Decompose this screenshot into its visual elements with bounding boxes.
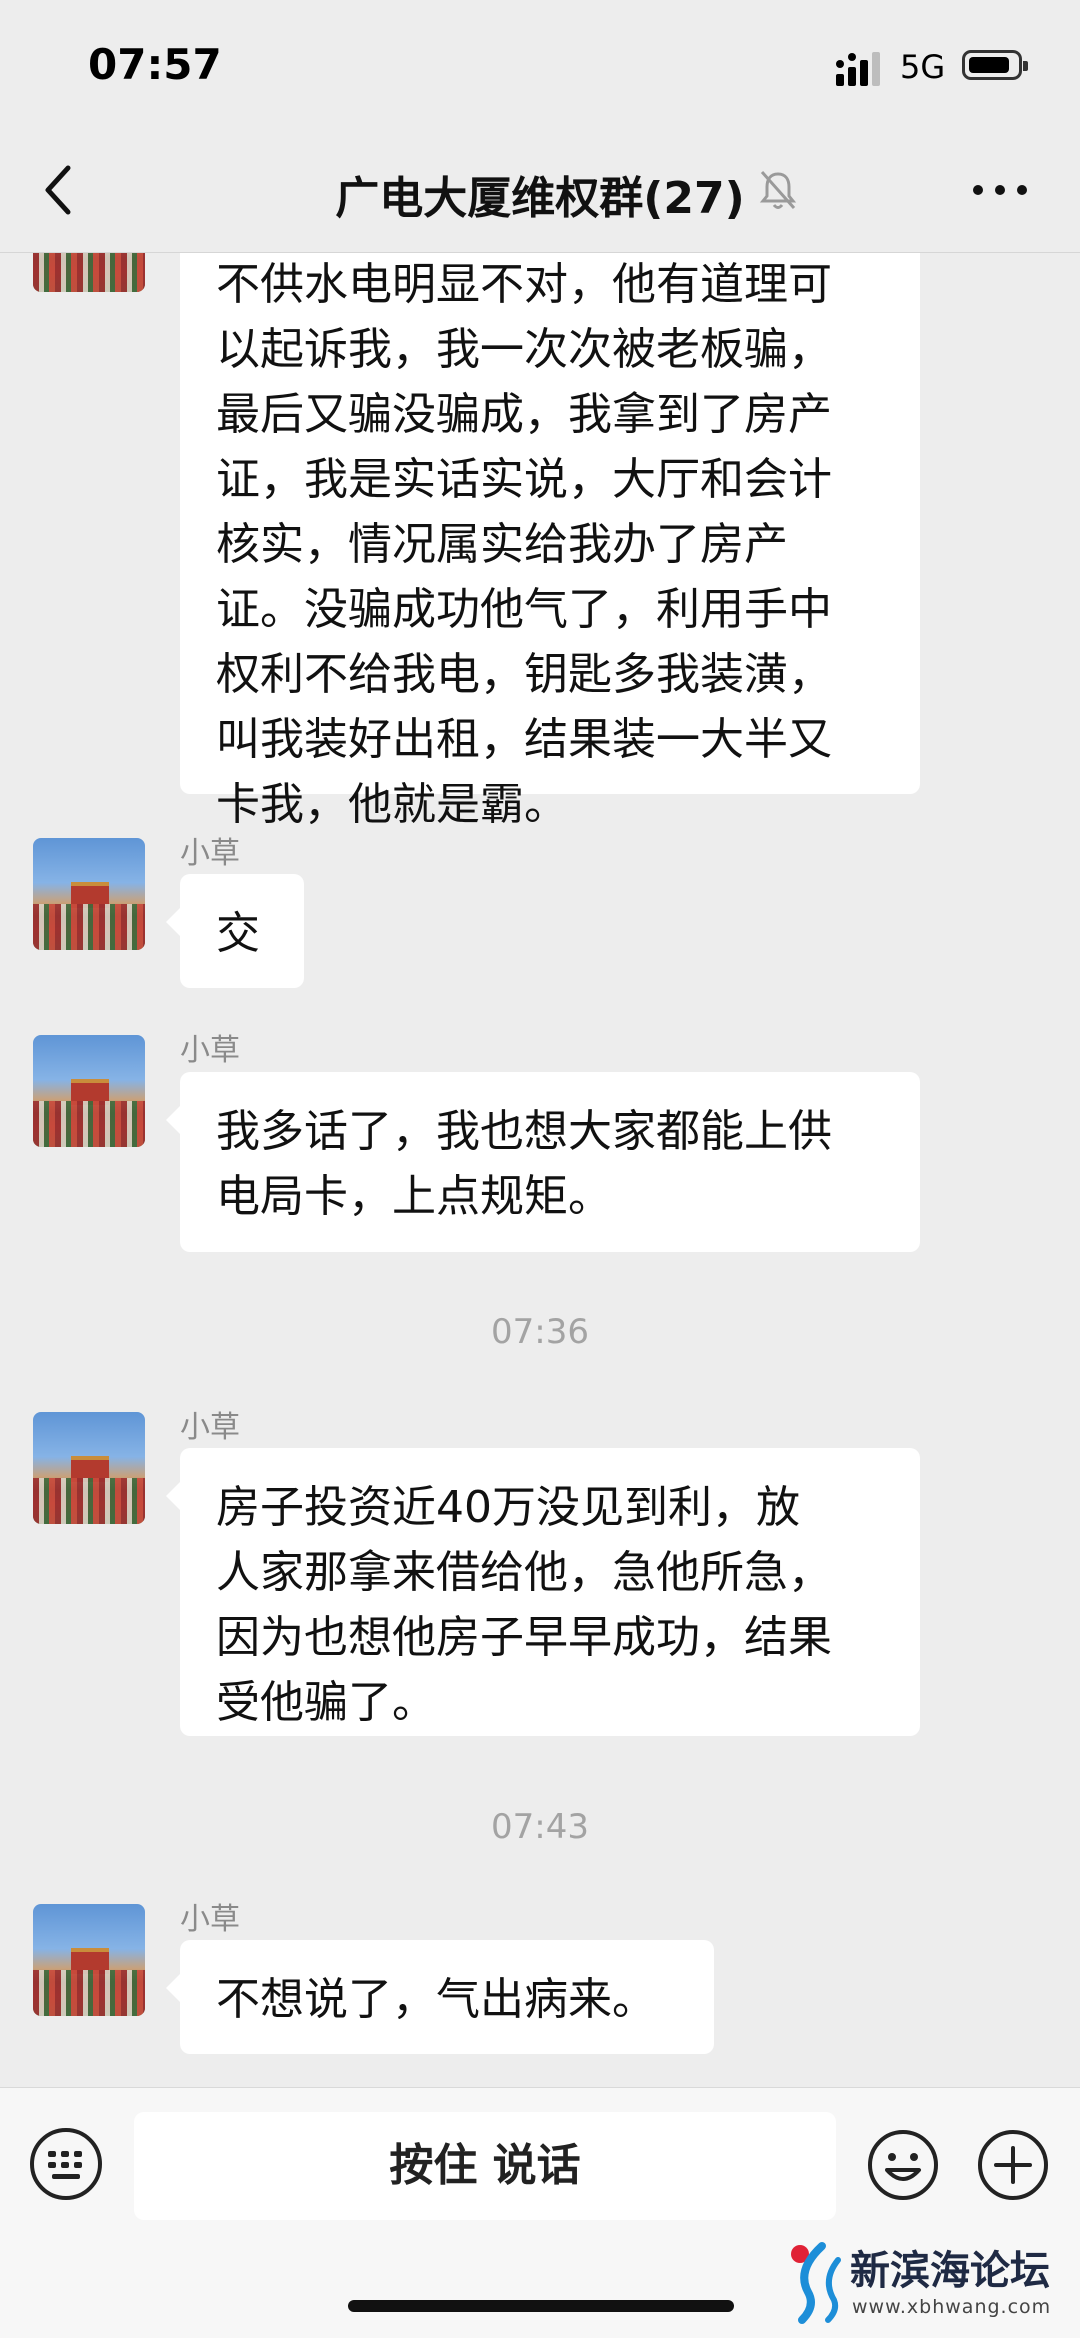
- hold-to-talk-button[interactable]: 按住 说话: [134, 2112, 836, 2220]
- plus-icon[interactable]: [976, 2128, 1050, 2202]
- sender-name: 小草: [180, 1902, 240, 1937]
- status-bar: 07:57 5G: [0, 0, 1080, 130]
- emoji-icon[interactable]: [866, 2128, 940, 2202]
- chat-title: 广电大厦维权群(27): [335, 173, 745, 224]
- sender-name: 小草: [180, 836, 240, 871]
- sender-name: 小草: [180, 1410, 240, 1445]
- message-bubble[interactable]: 不想说了，气出病来。: [166, 1940, 714, 2054]
- message-list[interactable]: 不供水电明显不对，他有道理可 以起诉我，我一次次被老板骗， 最后又骗没骗成，我拿…: [0, 252, 1080, 2087]
- avatar[interactable]: [33, 1035, 145, 1147]
- avatar[interactable]: [33, 838, 145, 950]
- message-bubble[interactable]: 我多话了，我也想大家都能上供 电局卡，上点规矩。: [166, 1072, 920, 1252]
- forum-name: 新滨海论坛: [850, 2248, 1050, 2294]
- avatar[interactable]: [33, 1904, 145, 2016]
- status-time: 07:57: [88, 40, 222, 89]
- avatar[interactable]: [33, 252, 145, 292]
- message-bubble[interactable]: 房子投资近40万没见到利，放 人家那拿来借给他，急他所急， 因为也想他房子早早成…: [166, 1448, 920, 1736]
- home-indicator: [348, 2300, 734, 2312]
- battery-icon: [962, 50, 1028, 80]
- avatar[interactable]: [33, 1412, 145, 1524]
- signal-icon: [836, 52, 880, 86]
- message-bubble[interactable]: 不供水电明显不对，他有道理可 以起诉我，我一次次被老板骗， 最后又骗没骗成，我拿…: [180, 252, 920, 830]
- sender-name: 小草: [180, 1033, 240, 1068]
- timestamp: 07:43: [491, 1807, 589, 1847]
- forum-url: www.xbhwang.com: [852, 2296, 1052, 2318]
- timestamp: 07:36: [491, 1312, 589, 1352]
- message-bubble[interactable]: 交: [166, 874, 304, 988]
- network-type: 5G: [900, 48, 946, 86]
- forum-logo-icon: [791, 2242, 841, 2324]
- forum-watermark: 新滨海论坛 www.xbhwang.com: [780, 2236, 1070, 2331]
- keyboard-icon[interactable]: [30, 2128, 102, 2200]
- mute-icon: [759, 171, 797, 209]
- chat-header: 广电大厦维权群(27): [0, 130, 1080, 253]
- more-icon[interactable]: [970, 180, 1030, 200]
